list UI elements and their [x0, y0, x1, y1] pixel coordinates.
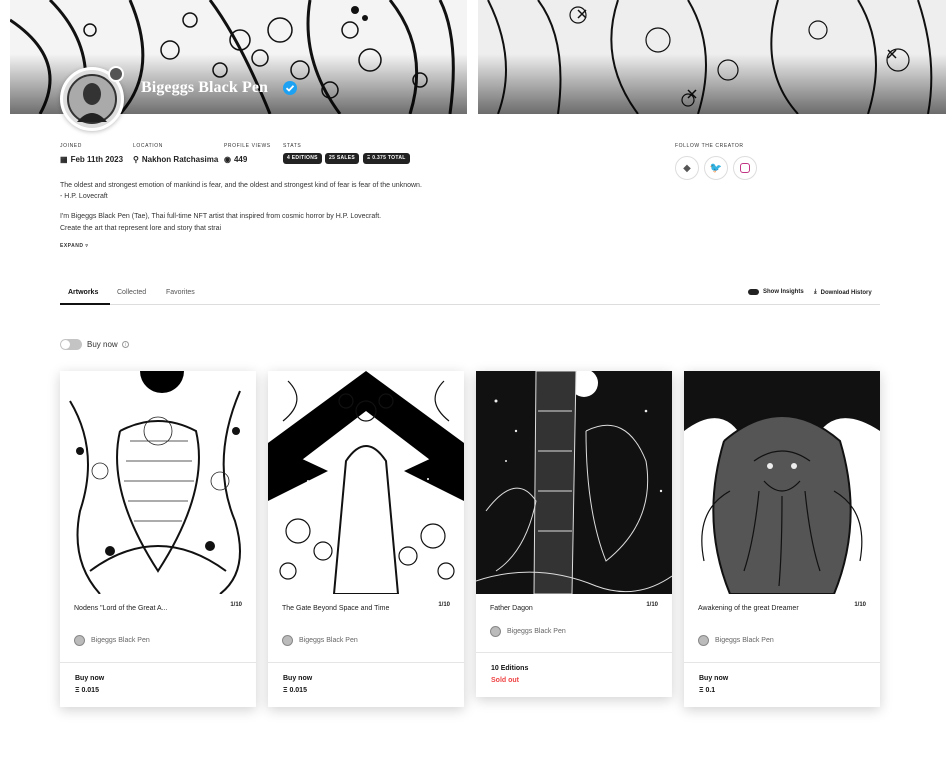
eye-icon: ◉	[224, 155, 231, 164]
artwork-creator[interactable]: Bigeggs Black Pen	[698, 635, 774, 646]
buy-now-status[interactable]: Buy now	[75, 675, 104, 682]
artwork-title[interactable]: Awakening of the great Dreamer	[698, 604, 818, 614]
twitter-icon: 🐦	[709, 162, 723, 174]
location-label: Location	[133, 143, 163, 149]
card-divider	[268, 662, 464, 663]
artwork-card[interactable]: The Gate Beyond Space and Time 1/10 Bige…	[268, 371, 464, 707]
creator-mini-avatar	[698, 635, 709, 646]
artwork-card[interactable]: Awakening of the great Dreamer 1/10 Bige…	[684, 371, 880, 707]
download-icon: ⤓	[814, 289, 817, 295]
views-label: Profile views	[224, 143, 271, 149]
card-divider	[684, 662, 880, 663]
artwork-title[interactable]: The Gate Beyond Space and Time	[282, 604, 402, 614]
card-divider	[60, 662, 256, 663]
artwork-price: Ξ 0.1	[699, 687, 716, 694]
stat-total: Ξ 0.375 total	[363, 153, 410, 164]
artwork-image[interactable]	[684, 371, 880, 594]
artwork-creator[interactable]: Bigeggs Black Pen	[490, 626, 566, 637]
twitter-link[interactable]: 🐦	[704, 156, 728, 180]
edition-count: 1/10	[230, 602, 242, 608]
card-divider	[476, 652, 672, 653]
artwork-price: Ξ 0.015	[75, 687, 99, 694]
artwork-title[interactable]: Father Dagon	[490, 604, 610, 614]
artwork-price: Ξ 0.015	[283, 687, 307, 694]
ethereum-link[interactable]: ◆	[675, 156, 699, 180]
buy-now-label: Buy now	[87, 340, 118, 349]
artwork-card[interactable]: Nodens "Lord of the Great A... 1/10 Bige…	[60, 371, 256, 707]
info-icon[interactable]: i	[122, 341, 129, 348]
views-value: ◉ 449	[224, 155, 248, 164]
artwork-title[interactable]: Nodens "Lord of the Great A...	[74, 604, 194, 614]
creator-mini-avatar	[74, 635, 85, 646]
bio-line: Create the art that represent lore and s…	[60, 225, 222, 232]
editions-status: 10 Editions	[491, 665, 529, 672]
tab-collected[interactable]: Collected	[117, 289, 146, 296]
chevron-down-icon: ▿	[85, 243, 89, 249]
bio-line: - H.P. Lovecraft	[60, 193, 108, 200]
tab-favorites[interactable]: Favorites	[166, 289, 195, 296]
artwork-image[interactable]	[60, 371, 256, 594]
sold-out-label: Sold out	[491, 677, 519, 684]
show-insights-toggle[interactable]: Show Insights	[748, 289, 804, 295]
download-history-button[interactable]: ⤓ Download History	[814, 289, 872, 296]
edition-count: 1/10	[438, 602, 450, 608]
stat-sales: 25 sales	[325, 153, 360, 164]
bio-line: I'm Bigeggs Black Pen (Tae), Thai full-t…	[60, 213, 382, 220]
location-pin-icon: ⚲	[133, 155, 139, 164]
artwork-image[interactable]	[268, 371, 464, 594]
artwork-creator[interactable]: Bigeggs Black Pen	[74, 635, 150, 646]
active-tab-indicator	[60, 303, 110, 305]
artwork-card[interactable]: Father Dagon 1/10 Bigeggs Black Pen 10 E…	[476, 371, 672, 697]
joined-value: ▦ Feb 11th 2023	[60, 155, 124, 164]
stat-editions: 4 editions	[283, 153, 322, 164]
artwork-creator[interactable]: Bigeggs Black Pen	[282, 635, 358, 646]
toggle-icon	[748, 289, 759, 295]
instagram-link[interactable]	[733, 156, 757, 180]
buy-now-status[interactable]: Buy now	[699, 675, 728, 682]
edition-count: 1/10	[646, 602, 658, 608]
verified-icon	[283, 81, 297, 95]
edition-count: 1/10	[854, 602, 866, 608]
artwork-image[interactable]	[476, 371, 672, 594]
location-value: ⚲ Nakhon Ratchasima	[133, 155, 219, 164]
profile-tabs: Artworks Collected Favorites Show Insigh…	[60, 281, 880, 305]
expand-bio-button[interactable]: Expand ▿	[60, 243, 88, 249]
buy-now-status[interactable]: Buy now	[283, 675, 312, 682]
buy-now-toggle[interactable]	[60, 339, 82, 350]
ethereum-icon: ◆	[683, 162, 691, 174]
creator-mini-avatar	[282, 635, 293, 646]
creator-mini-avatar	[490, 626, 501, 637]
creator-name: Bigeggs Black Pen	[141, 79, 269, 96]
calendar-icon: ▦	[60, 155, 68, 164]
bio-line: The oldest and strongest emotion of mank…	[60, 182, 422, 189]
avatar-badge-icon	[108, 66, 124, 82]
joined-label: Joined	[60, 143, 82, 149]
stats-label: Stats	[283, 143, 302, 149]
instagram-icon	[740, 163, 750, 173]
tab-artworks[interactable]: Artworks	[68, 289, 98, 296]
banner-artwork-right	[478, 0, 946, 114]
follow-label: Follow the creator	[675, 143, 744, 149]
